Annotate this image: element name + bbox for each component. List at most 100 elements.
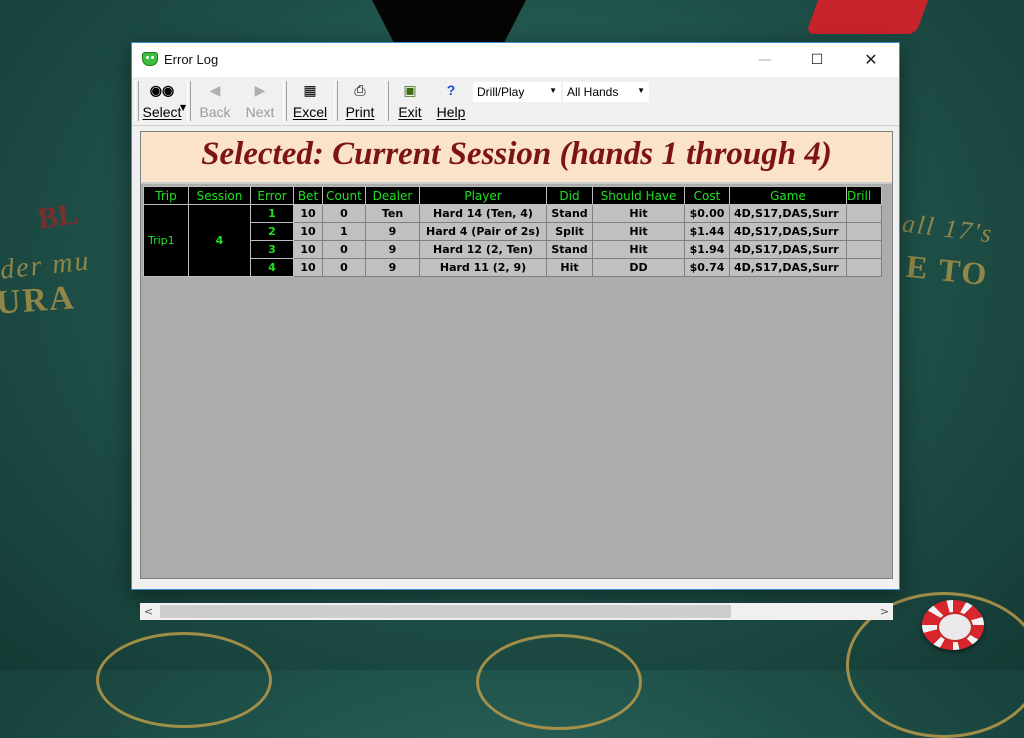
error-cell[interactable]: 2 xyxy=(250,222,294,241)
table-row[interactable]: 4 10 0 9 Hard 11 (2, 9) Hit DD $0.74 4D,… xyxy=(144,258,882,277)
should-have-cell[interactable]: DD xyxy=(592,258,685,277)
should-have-cell[interactable]: Hit xyxy=(592,240,685,259)
drill-cell[interactable] xyxy=(846,222,882,241)
select-dropdown-caret-icon[interactable]: ▼ xyxy=(180,103,186,112)
did-cell[interactable]: Split xyxy=(546,222,593,241)
error-log-window: Error Log — ☐ ✕ ◉◉ Select ▼ ◀ Back ▶ Nex… xyxy=(131,42,900,620)
column-header-trip[interactable]: Trip xyxy=(143,186,189,205)
column-header-should-have[interactable]: Should Have xyxy=(592,186,685,205)
scroll-thumb[interactable] xyxy=(160,605,731,618)
dealer-cell[interactable]: Ten xyxy=(365,204,420,223)
drill-cell[interactable] xyxy=(846,258,882,277)
select-button[interactable]: ◉◉ Select xyxy=(140,80,184,122)
player-cell[interactable]: Hard 11 (2, 9) xyxy=(419,258,547,277)
column-header-session[interactable]: Session xyxy=(188,186,251,205)
close-button[interactable]: ✕ xyxy=(848,43,894,77)
bet-cell[interactable]: 10 xyxy=(293,258,323,277)
felt-right-text-1: all 17's xyxy=(900,208,996,249)
mode-select[interactable]: Drill/Play ▼ xyxy=(473,82,561,102)
scroll-left-button[interactable]: < xyxy=(140,603,157,620)
bet-cell[interactable]: 10 xyxy=(293,204,323,223)
arrow-right-icon: ▶ xyxy=(254,82,266,98)
red-card-shape xyxy=(805,0,929,34)
next-button[interactable]: ▶ Next xyxy=(240,80,280,122)
column-header-dealer[interactable]: Dealer xyxy=(365,186,420,205)
print-button[interactable]: ⎙ Print xyxy=(340,80,380,122)
game-cell[interactable]: 4D,S17,DAS,Surr xyxy=(729,204,847,223)
print-button-label: Print xyxy=(345,104,375,120)
chevron-down-icon: ▼ xyxy=(549,86,557,95)
did-cell[interactable]: Stand xyxy=(546,240,593,259)
casino-chip xyxy=(922,600,984,650)
table-row[interactable]: Trip1 4 1 10 0 Ten Hard 14 (Ten, 4) Stan… xyxy=(143,204,882,277)
title-bar[interactable]: Error Log — ☐ ✕ xyxy=(132,43,899,77)
column-header-player[interactable]: Player xyxy=(419,186,547,205)
column-header-error[interactable]: Error xyxy=(250,186,294,205)
hands-select[interactable]: All Hands ▼ xyxy=(563,82,649,102)
dealer-cell[interactable]: 9 xyxy=(365,258,420,277)
session-cell[interactable]: 4 xyxy=(188,204,251,277)
count-cell[interactable]: 0 xyxy=(322,258,366,277)
back-button-label: Back xyxy=(199,104,231,120)
dealer-cell[interactable]: 9 xyxy=(365,222,420,241)
window-client: ◉◉ Select ▼ ◀ Back ▶ Next ▦ Excel ⎙ Prin… xyxy=(132,77,899,620)
trip-cell[interactable]: Trip1 xyxy=(143,204,189,277)
bet-cell[interactable]: 10 xyxy=(293,240,323,259)
player-cell[interactable]: Hard 4 (Pair of 2s) xyxy=(419,222,547,241)
should-have-cell[interactable]: Hit xyxy=(592,204,685,223)
count-cell[interactable]: 0 xyxy=(322,204,366,223)
help-button[interactable]: ? Help xyxy=(432,80,470,122)
should-have-cell[interactable]: Hit xyxy=(592,222,685,241)
felt-red-text: BL xyxy=(35,197,81,236)
player-cell[interactable]: Hard 14 (Ten, 4) xyxy=(419,204,547,223)
maximize-button[interactable]: ☐ xyxy=(794,43,840,77)
cost-cell[interactable]: $0.74 xyxy=(684,258,730,277)
exit-button[interactable]: ▣ Exit xyxy=(393,80,427,122)
column-header-bet[interactable]: Bet xyxy=(293,186,323,205)
drill-cell[interactable] xyxy=(846,204,882,223)
column-header-game[interactable]: Game xyxy=(729,186,847,205)
exit-button-label: Exit xyxy=(398,104,422,120)
minimize-button[interactable]: — xyxy=(742,43,788,77)
error-table[interactable]: Trip Session Error Bet Count Dealer Play… xyxy=(143,186,882,277)
toolbar-grip[interactable] xyxy=(135,81,139,121)
error-cell[interactable]: 1 xyxy=(250,204,294,223)
dealer-cell[interactable]: 9 xyxy=(365,240,420,259)
excel-button-label: Excel xyxy=(292,104,328,120)
toolbar-separator xyxy=(334,81,338,121)
error-cell[interactable]: 4 xyxy=(250,258,294,277)
count-cell[interactable]: 0 xyxy=(322,240,366,259)
game-cell[interactable]: 4D,S17,DAS,Surr xyxy=(729,240,847,259)
game-cell[interactable]: 4D,S17,DAS,Surr xyxy=(729,258,847,277)
did-cell[interactable]: Hit xyxy=(546,258,593,277)
betting-circle-1 xyxy=(96,632,272,728)
game-cell[interactable]: 4D,S17,DAS,Surr xyxy=(729,222,847,241)
bet-cell[interactable]: 10 xyxy=(293,222,323,241)
drill-cell[interactable] xyxy=(846,240,882,259)
window-title: Error Log xyxy=(164,52,219,67)
cost-cell[interactable]: $1.44 xyxy=(684,222,730,241)
betting-circle-2 xyxy=(476,634,642,730)
table-row[interactable]: 3 10 0 9 Hard 12 (2, Ten) Stand Hit $1.9… xyxy=(144,240,882,259)
felt-left-text-2: URA xyxy=(0,279,77,322)
back-button[interactable]: ◀ Back xyxy=(195,80,235,122)
horizontal-scrollbar[interactable]: < > xyxy=(140,603,893,620)
banner-text: Selected: Current Session (hands 1 throu… xyxy=(201,136,832,172)
table-row[interactable]: 2 10 1 9 Hard 4 (Pair of 2s) Split Hit $… xyxy=(144,222,882,241)
table-header-row: Trip Session Error Bet Count Dealer Play… xyxy=(143,186,882,205)
player-cell[interactable]: Hard 12 (2, Ten) xyxy=(419,240,547,259)
app-icon xyxy=(142,52,158,66)
did-cell[interactable]: Stand xyxy=(546,204,593,223)
column-header-cost[interactable]: Cost xyxy=(684,186,730,205)
error-cell[interactable]: 3 xyxy=(250,240,294,259)
column-header-drill[interactable]: Drill xyxy=(846,186,882,205)
scroll-right-button[interactable]: > xyxy=(876,603,893,620)
cost-cell[interactable]: $0.00 xyxy=(684,204,730,223)
toolbar: ◉◉ Select ▼ ◀ Back ▶ Next ▦ Excel ⎙ Prin… xyxy=(132,77,899,126)
column-header-count[interactable]: Count xyxy=(322,186,366,205)
cost-cell[interactable]: $1.94 xyxy=(684,240,730,259)
arrow-left-icon: ◀ xyxy=(209,82,221,98)
excel-button[interactable]: ▦ Excel xyxy=(289,80,331,122)
column-header-did[interactable]: Did xyxy=(546,186,593,205)
count-cell[interactable]: 1 xyxy=(322,222,366,241)
